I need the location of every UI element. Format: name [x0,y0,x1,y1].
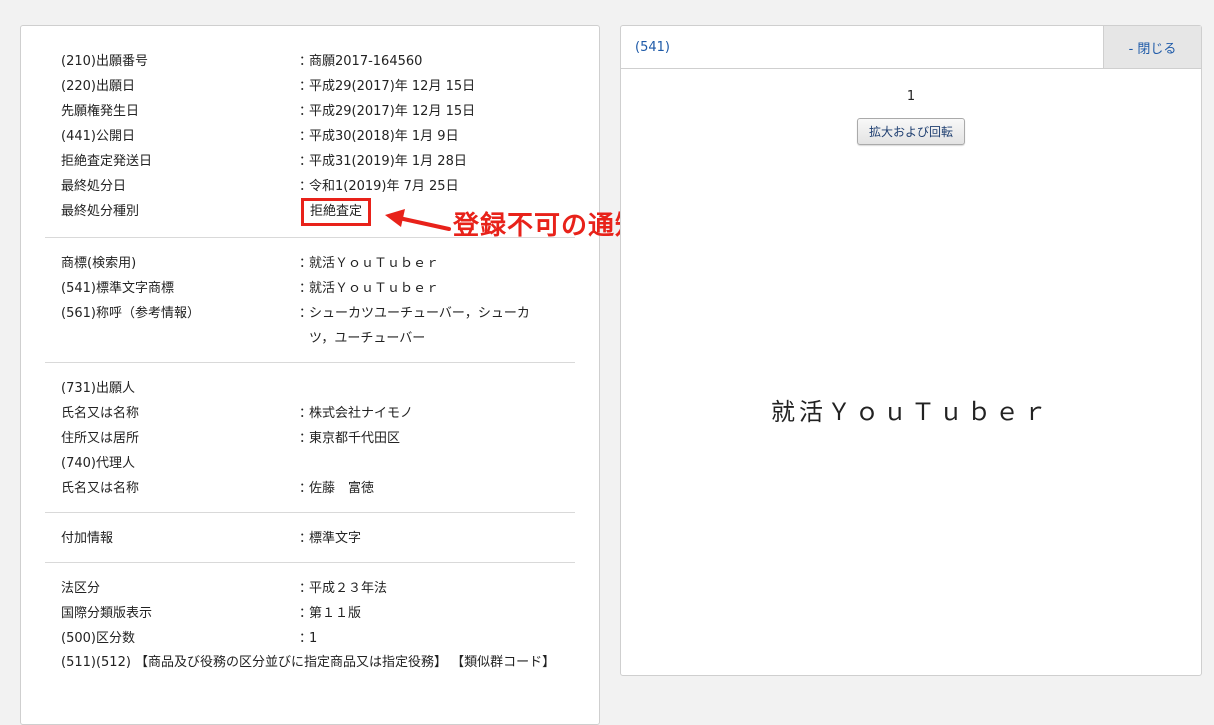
section-classification: 法区分：平成２３年法 国際分類版表示：第１１版 (500)区分数： 1 (511)… [45,563,575,686]
section-applicant: (731)出願人 氏名又は名称：株式会社ナイモノ 住所又は居所：東京都千代田区 … [45,363,575,513]
colon: ： [299,54,313,69]
row-application-number: (210)出願番号 ：商願2017-164560 [61,49,559,74]
image-panel-header: (541) - 閉じる [621,26,1201,69]
row-pronunciation: (561)称呼（参考情報） ：シューカツユーチューバー，シューカツ，ユーチューバー [61,301,559,351]
field-value: 株式会社ナイモノ [309,406,414,421]
colon: ： [299,281,313,296]
field-value: 平成30(2018)年 1月 9日 [309,129,459,144]
field-label: (220)出願日 [61,79,135,94]
row-agent-name: 氏名又は名称 ：佐藤 富徳 [61,476,559,501]
row-classification-edition: 国際分類版表示 ：第１１版 [61,601,559,626]
bibliographic-panel: (210)出願番号：商願2017-164560 (220)出願日：平成29(20… [20,25,600,725]
section-additional-info: 付加情報 ：標準文字 [45,513,575,563]
field-label: 付加情報 [61,531,114,546]
row-additional-info: 付加情報 ：標準文字 [61,526,559,551]
field-label: (731)出願人 [61,381,135,396]
field-label: 法区分 [61,581,101,596]
colon: ： [299,406,313,421]
goods-services-heading: (511)(512) 【商品及び役務の区分並びに指定商品又は指定役務】 【類似群… [61,655,556,670]
row-applicant-heading: (731)出願人 [61,376,559,401]
field-label: 商標(検索用) [61,256,137,271]
field-label: 氏名又は名称 [61,481,140,496]
colon: ： [299,306,313,321]
field-label: 国際分類版表示 [61,606,153,621]
colon: ： [299,79,313,94]
colon: ： [299,631,313,646]
field-value: 平成29(2017)年 12月 15日 [309,79,476,94]
image-panel-title: (541) [635,39,670,55]
colon: ： [299,154,313,169]
colon: ： [299,256,313,271]
trademark-mark-image: 就活ＹｏｕＴｕｂｅｒ [771,398,1051,426]
field-value: 標準文字 [309,531,362,546]
field-label: 氏名又は名称 [61,406,140,421]
field-value: 東京都千代田区 [309,431,401,446]
field-label: (210)出願番号 [61,54,148,69]
row-trademark-search: 商標(検索用) ：就活ＹｏｕＴｕｂｅｒ [61,251,559,276]
close-button[interactable]: - 閉じる [1103,26,1201,68]
field-value: 第１１版 [309,606,362,621]
field-label: (541)標準文字商標 [61,281,174,296]
field-value: 佐藤 富徳 [309,481,375,496]
row-standard-character-mark: (541)標準文字商標 ：就活ＹｏｕＴｕｂｅｒ [61,276,559,301]
colon: ： [299,581,313,596]
row-priority-date: 先願権発生日 ：平成29(2017)年 12月 15日 [61,99,559,124]
row-applicant-name: 氏名又は名称 ：株式会社ナイモノ [61,401,559,426]
page-number: 1 [906,89,916,104]
red-arrow-icon [385,208,451,231]
field-label: 住所又は居所 [61,431,140,446]
section-trademark: 商標(検索用)：就活ＹｏｕＴｕｂｅｒ (541)標準文字商標：就活ＹｏｕＴｕｂｅ… [45,238,575,363]
field-value: 平成31(2019)年 1月 28日 [309,154,467,169]
refusal-status-highlight: 拒絶査定 [301,198,372,226]
field-value: 1 [309,631,318,646]
colon: ： [299,129,313,144]
field-label: 最終処分種別 [61,204,140,219]
field-value: 平成29(2017)年 12月 15日 [309,104,476,119]
row-agent-heading: (740)代理人 [61,451,559,476]
row-filing-date: (220)出願日 ：平成29(2017)年 12月 15日 [61,74,559,99]
colon: ： [299,104,313,119]
field-value: 平成２３年法 [309,581,388,596]
row-refusal-sent-date: 拒絶査定発送日 ：平成31(2019)年 1月 28日 [61,149,559,174]
field-value: シューカツユーチューバー，シューカツ，ユーチューバー [309,306,530,346]
trademark-image-panel: (541) - 閉じる 1 拡大および回転 就活ＹｏｕＴｕｂｅｒ [620,25,1202,676]
colon: ： [299,431,313,446]
field-label: 拒絶査定発送日 [61,154,153,169]
colon: ： [299,531,313,546]
field-label: (561)称呼（参考情報） [61,306,200,321]
colon: ： [299,481,313,496]
row-law-category: 法区分 ：平成２３年法 [61,576,559,601]
zoom-rotate-button[interactable]: 拡大および回転 [856,118,965,145]
row-publication-date: (441)公開日 ：平成30(2018)年 1月 9日 [61,124,559,149]
field-value: 令和1(2019)年 7月 25日 [309,179,459,194]
colon: ： [299,606,313,621]
field-label: 先願権発生日 [61,104,140,119]
field-label: (740)代理人 [61,456,135,471]
row-applicant-address: 住所又は居所 ：東京都千代田区 [61,426,559,451]
field-value: 就活ＹｏｕＴｕｂｅｒ [309,256,440,271]
field-label: 最終処分日 [61,179,127,194]
field-label: (500)区分数 [61,631,135,646]
annotation-text: 登録不可の通知 [453,211,643,241]
field-label: (441)公開日 [61,129,135,144]
annotation-callout: 登録不可の通知 [383,205,642,242]
colon: ： [299,179,313,194]
row-class-count: (500)区分数 ： 1 [61,626,559,651]
row-final-disposition-date: 最終処分日 ：令和1(2019)年 7月 25日 [61,174,559,199]
field-value: 商願2017-164560 [309,54,423,69]
field-value: 就活ＹｏｕＴｕｂｅｒ [309,281,440,296]
